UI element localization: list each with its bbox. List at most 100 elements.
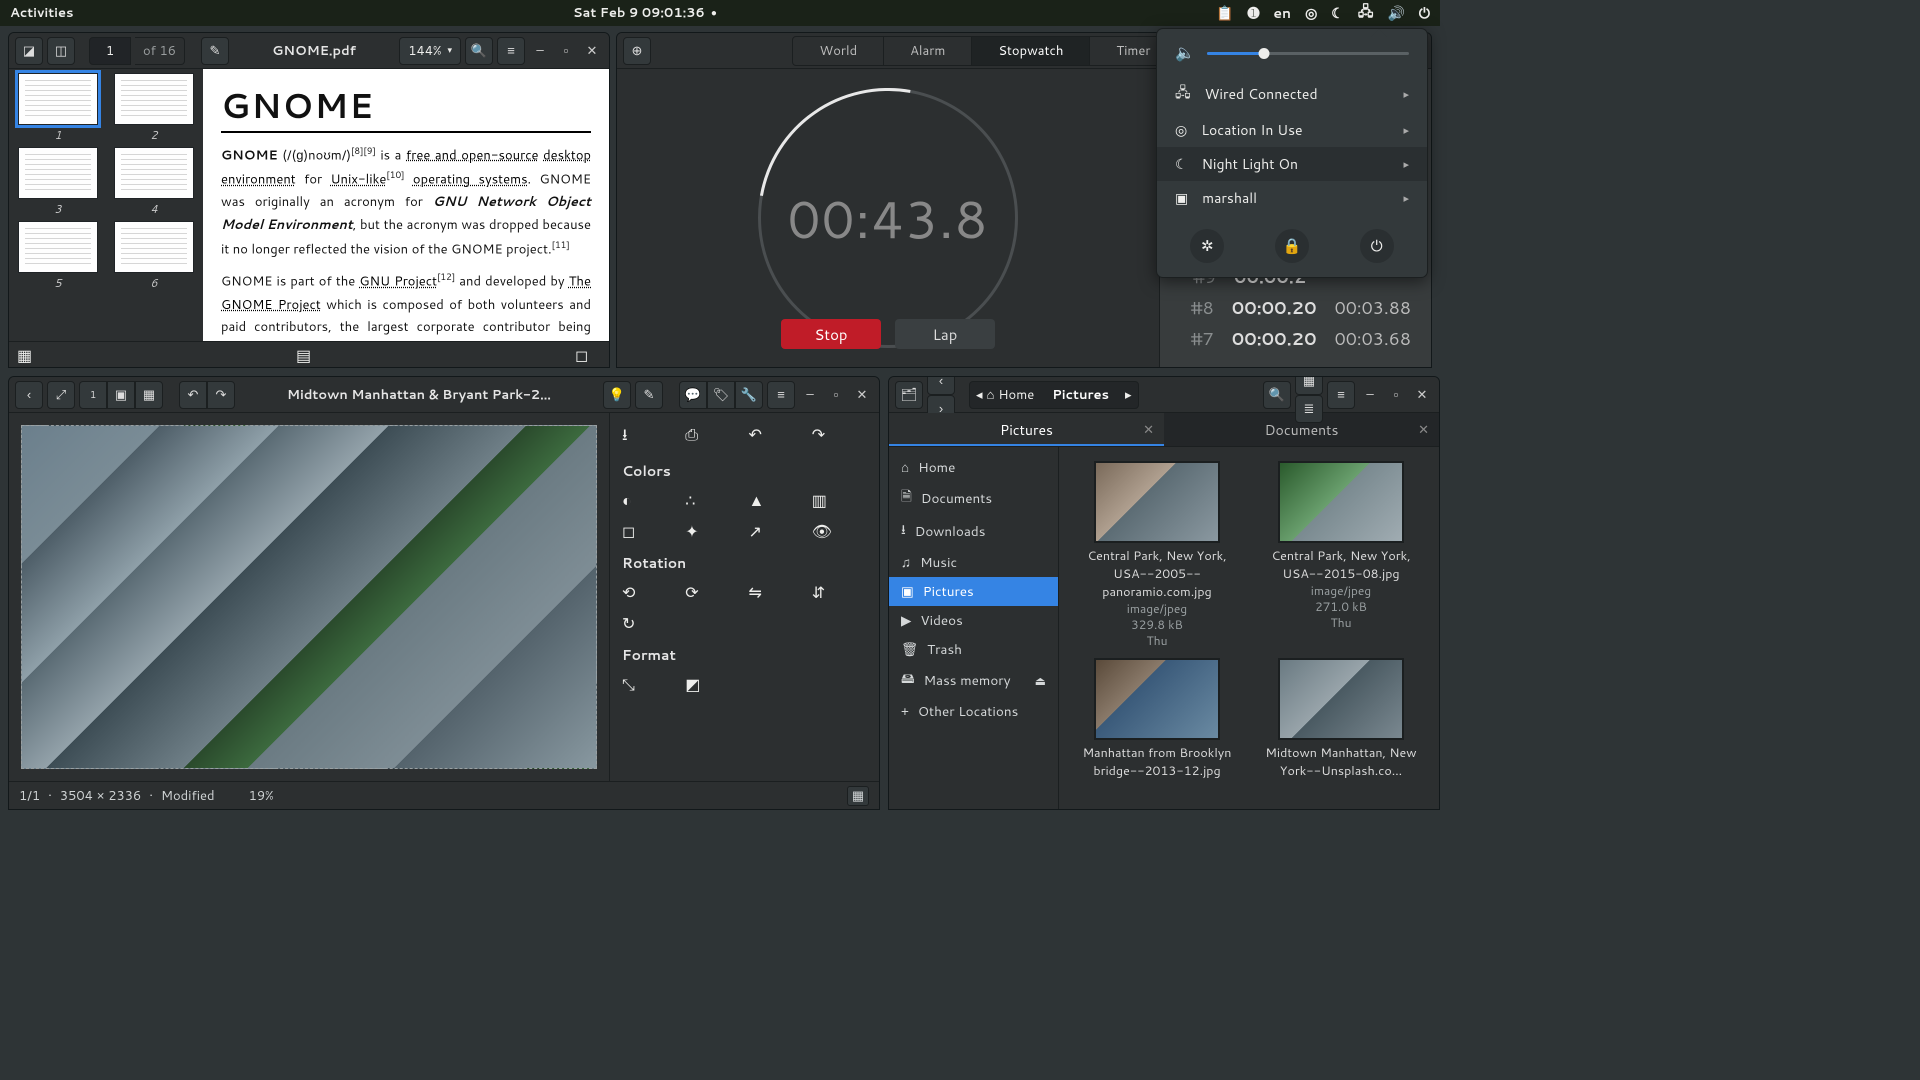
flip-h-icon[interactable]: ⇋ bbox=[749, 581, 804, 604]
minimize-button[interactable]: – bbox=[1359, 384, 1381, 406]
files-grid[interactable]: Central Park, New York, USA--2005--panor… bbox=[1059, 447, 1439, 809]
zoom-selector[interactable]: 144%▾ bbox=[399, 37, 461, 65]
accessibility-icon[interactable]: ➊ bbox=[1248, 5, 1260, 22]
sysmenu-item[interactable]: 🖧Wired Connected▸ bbox=[1157, 75, 1427, 113]
lock-button[interactable]: 🔒 bbox=[1275, 229, 1309, 263]
sidebar-item-documents[interactable]: 🗎Documents bbox=[889, 482, 1058, 515]
maximize-button[interactable]: ▫ bbox=[1385, 384, 1407, 406]
close-button[interactable]: ✕ bbox=[581, 40, 603, 62]
redeye-icon[interactable]: 👁 bbox=[812, 520, 867, 543]
close-tab-icon[interactable]: ✕ bbox=[1418, 421, 1429, 439]
fullscreen-button[interactable]: ⤢ bbox=[47, 381, 75, 409]
free-rotate-icon[interactable]: ↻ bbox=[622, 612, 677, 635]
sidebar-item-mass-memory[interactable]: 🖴Mass memory⏏ bbox=[889, 664, 1058, 697]
sidebar-item-videos[interactable]: ▶Videos bbox=[889, 606, 1058, 635]
file-item[interactable]: Midtown Manhattan, New York--Unsplash.co… bbox=[1253, 658, 1429, 809]
tab-documents[interactable]: Documents✕ bbox=[1164, 413, 1439, 446]
sidebar-item-trash[interactable]: 🗑Trash bbox=[889, 635, 1058, 664]
brightness-icon[interactable]: ▲ bbox=[749, 489, 804, 512]
app-icon[interactable]: 🗂 bbox=[895, 381, 923, 409]
menu-button[interactable]: ≡ bbox=[767, 381, 795, 409]
sidebar-item-home[interactable]: ⌂Home bbox=[889, 453, 1058, 482]
sidebar-item-downloads[interactable]: ⭳Downloads bbox=[889, 515, 1058, 548]
thumbnail[interactable]: 1 bbox=[15, 73, 101, 143]
desaturate-icon[interactable]: ◻ bbox=[622, 520, 677, 543]
thumbnail[interactable]: 3 bbox=[15, 147, 101, 217]
eject-icon[interactable]: ⏏ bbox=[1035, 674, 1046, 688]
power-icon[interactable]: ⏻ bbox=[1419, 5, 1430, 22]
zoom-100-button[interactable]: 1 bbox=[79, 381, 107, 409]
thumbnail[interactable]: 5 bbox=[15, 221, 101, 291]
minimize-button[interactable]: – bbox=[529, 40, 551, 62]
thumbnail-toggle-icon[interactable]: ▦ bbox=[847, 786, 869, 806]
redo-button[interactable]: ↷ bbox=[207, 381, 235, 409]
close-button[interactable]: ✕ bbox=[851, 384, 873, 406]
bookmark-button[interactable]: ◻ bbox=[575, 344, 601, 366]
image-canvas[interactable] bbox=[9, 413, 609, 781]
side-pane-toggle[interactable]: ◫ bbox=[47, 37, 75, 65]
file-item[interactable]: Central Park, New York, USA--2005--panor… bbox=[1069, 461, 1245, 650]
volume-mute-icon[interactable]: 🔈 bbox=[1175, 43, 1195, 63]
path-bar[interactable]: ◂ ⌂ Home Pictures ▸ bbox=[969, 381, 1139, 409]
save-icon[interactable]: ⭳ bbox=[622, 423, 677, 451]
annotate-button[interactable]: ✎ bbox=[201, 37, 229, 65]
revert-icon[interactable]: ↶ bbox=[749, 423, 804, 451]
location-icon[interactable]: ◎ bbox=[1305, 5, 1317, 22]
thumbnail[interactable]: 2 bbox=[111, 73, 197, 143]
redo-icon[interactable]: ↷ bbox=[812, 423, 867, 451]
new-button[interactable]: ⊕ bbox=[623, 37, 651, 65]
sidebar-item-other-locations[interactable]: +Other Locations bbox=[889, 697, 1058, 726]
minimize-button[interactable]: – bbox=[799, 384, 821, 406]
file-item[interactable]: Manhattan from Brooklyn bridge--2013-12.… bbox=[1069, 658, 1245, 809]
search-button[interactable]: 🔍 bbox=[465, 37, 493, 65]
volume-slider[interactable] bbox=[1207, 52, 1409, 55]
sysmenu-item[interactable]: ☾Night Light On▸ bbox=[1157, 147, 1427, 181]
path-home[interactable]: Home bbox=[998, 386, 1034, 404]
tab-stopwatch[interactable]: Stopwatch bbox=[972, 37, 1090, 65]
tab-alarm[interactable]: Alarm bbox=[884, 37, 972, 65]
search-button[interactable]: 🔍 bbox=[1263, 381, 1291, 409]
page-number-input[interactable]: 1 bbox=[89, 37, 131, 65]
thumbnail[interactable]: 4 bbox=[111, 147, 197, 217]
power-off-button[interactable]: ⏻ bbox=[1360, 229, 1394, 263]
app-menu-icon[interactable]: ◪ bbox=[15, 37, 43, 65]
resize-icon[interactable]: ⤡ bbox=[622, 673, 677, 696]
path-crumb-pictures[interactable]: Pictures bbox=[1052, 386, 1109, 404]
stop-button[interactable]: Stop bbox=[781, 319, 881, 349]
rotate-right-icon[interactable]: ⟳ bbox=[685, 581, 740, 604]
tab-world[interactable]: World bbox=[793, 37, 884, 65]
maximize-button[interactable]: ▫ bbox=[825, 384, 847, 406]
curves-icon[interactable]: ↗ bbox=[749, 520, 804, 543]
crop-icon[interactable]: ◩ bbox=[685, 673, 740, 696]
close-button[interactable]: ✕ bbox=[1411, 384, 1433, 406]
nav-back-button[interactable]: ‹ bbox=[927, 376, 955, 395]
menu-button[interactable]: ≡ bbox=[1327, 381, 1355, 409]
outline-button[interactable]: ▤ bbox=[296, 344, 322, 366]
clock-label[interactable]: Sat Feb 9 09:01:36 bbox=[573, 4, 705, 22]
tag-button[interactable]: 🏷 bbox=[707, 381, 735, 409]
magic-icon[interactable]: ✦ bbox=[685, 520, 740, 543]
sysmenu-item[interactable]: ▣marshall▸ bbox=[1157, 181, 1427, 215]
maximize-button[interactable]: ▫ bbox=[555, 40, 577, 62]
menu-button[interactable]: ≡ bbox=[497, 37, 525, 65]
adjust-contrast-icon[interactable]: ◐ bbox=[622, 489, 677, 512]
sysmenu-item[interactable]: ◎Location In Use▸ bbox=[1157, 113, 1427, 147]
night-light-icon[interactable]: ☾ bbox=[1331, 5, 1344, 22]
comment-button[interactable]: 💬 bbox=[679, 381, 707, 409]
back-button[interactable]: ‹ bbox=[15, 381, 43, 409]
sidebar-item-pictures[interactable]: ▣Pictures bbox=[889, 577, 1058, 606]
activities-button[interactable]: Activities bbox=[10, 4, 74, 22]
clipboard-icon[interactable]: 📋 bbox=[1216, 5, 1233, 22]
save-as-icon[interactable]: ⎙ bbox=[685, 423, 740, 451]
file-item[interactable]: Central Park, New York, USA--2015-08.jpg… bbox=[1253, 461, 1429, 650]
sidebar-item-music[interactable]: ♫Music bbox=[889, 548, 1058, 577]
rotate-left-icon[interactable]: ⟲ bbox=[622, 581, 677, 604]
zoom-fill-button[interactable]: ▦ bbox=[135, 381, 163, 409]
view-grid-button[interactable]: ▦ bbox=[17, 344, 43, 366]
view-grid-button[interactable]: ▦ bbox=[1295, 376, 1323, 395]
keyboard-layout-indicator[interactable]: en bbox=[1273, 3, 1291, 23]
undo-button[interactable]: ↶ bbox=[179, 381, 207, 409]
tab-pictures[interactable]: Pictures✕ bbox=[889, 413, 1164, 446]
volume-icon[interactable]: 🔊 bbox=[1387, 5, 1404, 22]
settings-button[interactable]: ✲ bbox=[1190, 229, 1224, 263]
